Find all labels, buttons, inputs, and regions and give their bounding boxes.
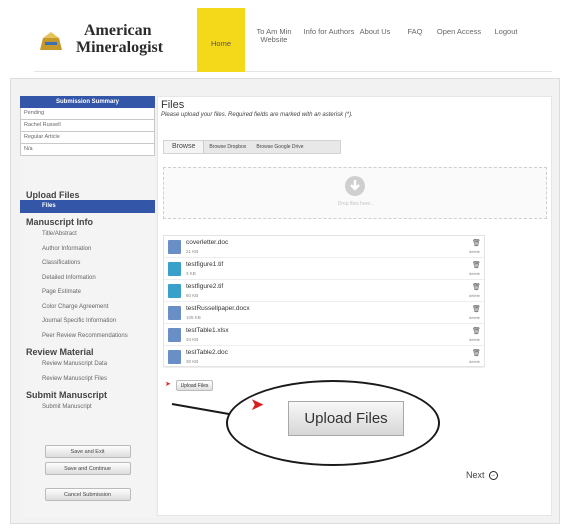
submission-summary-header: Submission Summary [20, 96, 155, 108]
delete-label[interactable]: delete [469, 293, 480, 298]
summary-status: Pending [20, 108, 155, 120]
browse-button[interactable]: Browse [164, 141, 205, 153]
sidebar-item-classifications[interactable]: Classifications [20, 256, 155, 271]
browse-dropbox-button[interactable]: Browse Dropbox [204, 144, 251, 150]
file-size: 60 KB [186, 293, 199, 298]
sidebar-item-color-charge[interactable]: Color Charge Agreement [20, 300, 155, 315]
document-icon [168, 350, 181, 364]
download-arrow-icon [345, 176, 365, 196]
file-row: testfigure2.tif 60 KB 🗑 delete [164, 280, 484, 302]
image-file-icon [168, 284, 181, 298]
page-instructions: Please upload your files. Required field… [161, 112, 353, 118]
trash-icon[interactable]: 🗑 [472, 327, 481, 335]
main-nav: Home To Am Min Website Info for Authors … [197, 8, 529, 72]
file-row: coverletter.doc 21 KB 🗑 delete [164, 236, 484, 258]
trash-icon[interactable]: 🗑 [472, 261, 481, 269]
page-title: Files [161, 99, 185, 111]
logo-line1: American [84, 22, 152, 39]
file-name: testRussellpaper.docx [186, 305, 250, 312]
summary-author: Rachel Russell [20, 120, 155, 132]
file-size: 105 KB [186, 315, 201, 320]
file-row: testfigure1.tif 3 KB 🗑 delete [164, 258, 484, 280]
delete-label[interactable]: delete [469, 337, 480, 342]
sidebar-item-title-abstract[interactable]: Title/Abstract [20, 227, 155, 242]
file-name: testTable1.xlsx [186, 327, 229, 334]
file-size: 3 KB [186, 271, 196, 276]
sidebar-item-peer-review[interactable]: Peer Review Recommendations [20, 329, 155, 344]
sidebar-item-files[interactable]: Files [20, 200, 155, 213]
logo-text: American Mineralogist [76, 22, 163, 56]
summary-extra: N/a [20, 144, 155, 156]
red-arrow-icon: ➤ [250, 395, 265, 414]
document-icon [168, 306, 181, 320]
file-name: testfigure2.tif [186, 283, 224, 290]
sidebar-item-submit[interactable]: Submit Manuscript [20, 400, 155, 415]
summary-type: Regular Article [20, 132, 155, 144]
nav-logout[interactable]: Logout [483, 8, 529, 72]
delete-label[interactable]: delete [469, 359, 480, 364]
nav-am-min-website[interactable]: To Am Min Website [245, 8, 303, 72]
file-name: testfigure1.tif [186, 261, 224, 268]
site-logo[interactable]: American Mineralogist [34, 16, 194, 66]
sidebar-item-detailed-information[interactable]: Detailed Information [20, 271, 155, 286]
save-exit-button[interactable]: Save and Exit [44, 444, 131, 458]
sidebar-item-author-information[interactable]: Author Information [20, 242, 155, 257]
section-submit-manuscript: Submit Manuscript [26, 390, 108, 400]
browse-google-drive-button[interactable]: Browse Google Drive [251, 144, 308, 150]
trash-icon[interactable]: 🗑 [472, 239, 481, 247]
cancel-submission-button[interactable]: Cancel Submission [44, 487, 131, 501]
delete-label[interactable]: delete [469, 271, 480, 276]
file-row: testRussellpaper.docx 105 KB 🗑 delete [164, 302, 484, 324]
delete-label[interactable]: delete [469, 315, 480, 320]
drop-files-label: Drop files here... [337, 201, 375, 207]
file-row: testTable1.xlsx 34 KB 🗑 delete [164, 324, 484, 346]
trash-icon[interactable]: 🗑 [472, 305, 481, 313]
red-pointer-icon: ➤ [165, 381, 171, 388]
nav-open-access[interactable]: Open Access [435, 8, 483, 72]
spreadsheet-icon [168, 328, 181, 342]
file-row: testTable2.doc 30 KB 🗑 delete [164, 346, 484, 368]
section-manuscript-info: Manuscript Info [26, 217, 93, 227]
sidebar-item-review-files[interactable]: Review Manuscript Files [20, 372, 155, 387]
image-file-icon [168, 262, 181, 276]
nav-faq[interactable]: FAQ [395, 8, 435, 72]
nav-about-us[interactable]: About Us [355, 8, 395, 72]
sidebar-item-page-estimate[interactable]: Page Estimate [20, 285, 155, 300]
next-button[interactable]: Next → [466, 470, 498, 480]
browse-toolbar: Browse Browse Dropbox Browse Google Driv… [163, 140, 341, 154]
file-drop-zone[interactable]: Drop files here... [163, 167, 547, 219]
next-label: Next [466, 470, 485, 480]
save-continue-button[interactable]: Save and Continue [44, 461, 131, 475]
nav-info-for-authors[interactable]: Info for Authors [303, 8, 355, 72]
sidebar-item-review-data[interactable]: Review Manuscript Data [20, 357, 155, 372]
file-name: coverletter.doc [186, 239, 229, 246]
nav-home[interactable]: Home [197, 8, 245, 72]
section-review-material: Review Material [26, 347, 94, 357]
upload-files-button[interactable]: Upload Files [176, 380, 213, 391]
uploaded-files-list: coverletter.doc 21 KB 🗑 delete testfigur… [163, 235, 485, 368]
section-upload-files: Upload Files [26, 190, 80, 200]
sidebar-item-journal-specific[interactable]: Journal Specific Information [20, 314, 155, 329]
logo-line2: Mineralogist [76, 39, 164, 56]
trash-icon[interactable]: 🗑 [472, 349, 481, 357]
sidebar: Submission Summary Pending Rachel Russel… [20, 96, 155, 518]
delete-label[interactable]: delete [469, 249, 480, 254]
top-header: American Mineralogist Home To Am Min Web… [34, 8, 552, 72]
file-size: 34 KB [186, 337, 199, 342]
trash-icon[interactable]: 🗑 [472, 283, 481, 291]
file-size: 30 KB [186, 359, 199, 364]
upload-files-button-zoomed[interactable]: Upload Files [288, 401, 404, 436]
file-name: testTable2.doc [186, 349, 228, 356]
arrow-right-circle-icon: → [488, 470, 498, 480]
mineral-logo-icon [40, 32, 62, 50]
document-icon [168, 240, 181, 254]
file-size: 21 KB [186, 249, 199, 254]
